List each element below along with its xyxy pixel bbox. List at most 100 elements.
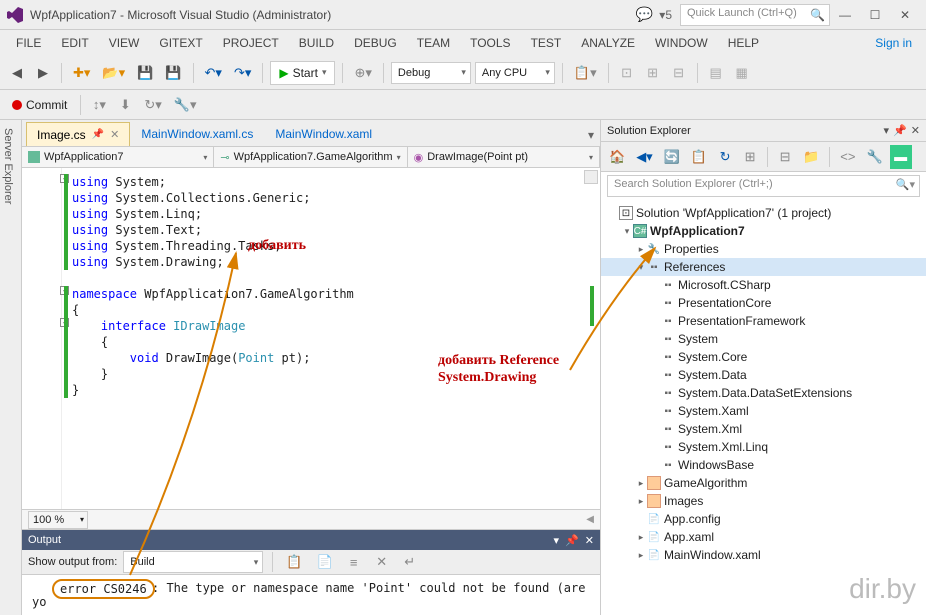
close-button[interactable]: ✕ bbox=[890, 3, 920, 27]
zoom-combo[interactable]: 100 %▾ bbox=[28, 511, 88, 529]
output-pin-icon[interactable]: 📌 bbox=[565, 534, 579, 547]
chat-icon[interactable]: 💬 bbox=[636, 6, 653, 23]
tool-btn-4[interactable]: ⊟ bbox=[668, 61, 690, 85]
scroll-left-icon[interactable]: ◀ bbox=[586, 514, 594, 525]
signin-link[interactable]: Sign in bbox=[875, 36, 920, 50]
pin-icon[interactable]: 📌 bbox=[92, 129, 104, 140]
browser-button[interactable]: ⊕▾ bbox=[350, 61, 375, 85]
tree-item[interactable]: ▪▪System bbox=[601, 330, 926, 348]
tree-item[interactable]: ▪▪System.Xml.Linq bbox=[601, 438, 926, 456]
menu-help[interactable]: HELP bbox=[718, 32, 769, 54]
output-close-icon[interactable]: ✕ bbox=[585, 534, 594, 547]
file-tab[interactable]: MainWindow.xaml.cs bbox=[130, 122, 264, 146]
menu-edit[interactable]: EDIT bbox=[51, 32, 98, 54]
tree-item[interactable]: ▸📄MainWindow.xaml bbox=[601, 546, 926, 564]
tree-item[interactable]: ▸📄App.xaml bbox=[601, 528, 926, 546]
menu-debug[interactable]: DEBUG bbox=[344, 32, 407, 54]
tree-item[interactable]: ▾C#WpfApplication7 bbox=[601, 222, 926, 240]
nav-back-button[interactable]: ◀ bbox=[6, 61, 28, 85]
solution-search-input[interactable]: Search Solution Explorer (Ctrl+;) 🔍▾ bbox=[607, 175, 920, 197]
sol-dropdown-icon[interactable]: ▾ bbox=[884, 124, 890, 137]
sol-pin-icon[interactable]: 📌 bbox=[893, 124, 907, 137]
sol-btn-6[interactable]: ⊞ bbox=[739, 145, 761, 169]
tree-item[interactable]: ▪▪System.Core bbox=[601, 348, 926, 366]
quick-launch-input[interactable]: Quick Launch (Ctrl+Q) 🔍 bbox=[680, 4, 830, 26]
menu-build[interactable]: BUILD bbox=[289, 32, 344, 54]
tree-item[interactable]: ▪▪System.Xaml bbox=[601, 402, 926, 420]
new-project-button[interactable]: ✚▾ bbox=[69, 61, 94, 85]
menu-tools[interactable]: TOOLS bbox=[460, 32, 520, 54]
save-all-button[interactable]: 💾 bbox=[161, 61, 185, 85]
menu-gitext[interactable]: GITEXT bbox=[149, 32, 212, 54]
maximize-button[interactable]: ☐ bbox=[860, 3, 890, 27]
menu-analyze[interactable]: ANALYZE bbox=[571, 32, 645, 54]
output-tbtn-3[interactable]: ≡ bbox=[343, 550, 365, 574]
output-tbtn-5[interactable]: ↵ bbox=[399, 550, 421, 574]
sol-code-button[interactable]: <> bbox=[836, 145, 859, 169]
file-tab[interactable]: MainWindow.xaml bbox=[264, 122, 383, 146]
tree-twist-icon[interactable]: ▸ bbox=[635, 532, 647, 543]
tree-item[interactable]: ▪▪PresentationCore bbox=[601, 294, 926, 312]
tree-item[interactable]: ▸GameAlgorithm bbox=[601, 474, 926, 492]
sol-prop-button[interactable]: 🔧 bbox=[862, 145, 886, 169]
output-tbtn-4[interactable]: ✕ bbox=[371, 550, 393, 574]
nav-fwd-button[interactable]: ▶ bbox=[32, 61, 54, 85]
sol-home-button[interactable]: 🏠 bbox=[605, 145, 629, 169]
undo-button[interactable]: ↶▾ bbox=[201, 61, 226, 85]
output-source-combo[interactable]: Build▾ bbox=[123, 551, 263, 573]
nav-scope-combo[interactable]: WpfApplication7▾ bbox=[22, 147, 214, 167]
commit-button[interactable]: Commit bbox=[6, 94, 73, 116]
tree-item[interactable]: ▪▪PresentationFramework bbox=[601, 312, 926, 330]
tree-item[interactable]: ▪▪WindowsBase bbox=[601, 456, 926, 474]
sol-btn-11[interactable]: ▬ bbox=[890, 145, 912, 169]
sol-showall-button[interactable]: 📁 bbox=[799, 145, 823, 169]
tree-twist-icon[interactable]: ▸ bbox=[635, 244, 647, 255]
sol-sync-button[interactable]: 🔄 bbox=[660, 145, 684, 169]
output-text[interactable]: error CS0246 : The type or namespace nam… bbox=[22, 575, 600, 615]
tool-btn-6[interactable]: ▦ bbox=[731, 61, 753, 85]
git-btn-4[interactable]: 🔧▾ bbox=[170, 93, 201, 117]
solution-tree[interactable]: ⊡Solution 'WpfApplication7' (1 project)▾… bbox=[601, 200, 926, 615]
sol-close-icon[interactable]: ✕ bbox=[911, 124, 920, 137]
tool-btn-2[interactable]: ⊡ bbox=[616, 61, 638, 85]
file-tab[interactable]: Image.cs📌✕ bbox=[26, 122, 130, 146]
tree-item[interactable]: ▸Images bbox=[601, 492, 926, 510]
tool-btn-5[interactable]: ▤ bbox=[705, 61, 727, 85]
sol-btn-4[interactable]: 📋 bbox=[687, 145, 711, 169]
git-btn-2[interactable]: ⬇ bbox=[114, 93, 136, 117]
code-editor[interactable]: -using System;using System.Collections.G… bbox=[22, 168, 600, 509]
menu-project[interactable]: PROJECT bbox=[213, 32, 289, 54]
sol-collapse-button[interactable]: ⊟ bbox=[774, 145, 796, 169]
config-combo[interactable]: Debug▾ bbox=[391, 62, 471, 84]
tool-btn-1[interactable]: 📋▾ bbox=[570, 61, 601, 85]
git-btn-3[interactable]: ↻▾ bbox=[140, 93, 165, 117]
start-debug-button[interactable]: ▶ Start ▾ bbox=[270, 61, 335, 85]
output-dropdown-icon[interactable]: ▾ bbox=[554, 534, 560, 547]
close-tab-icon[interactable]: ✕ bbox=[110, 128, 119, 141]
tree-twist-icon[interactable]: ▸ bbox=[635, 550, 647, 561]
tree-item[interactable]: ▾▪▪References bbox=[601, 258, 926, 276]
platform-combo[interactable]: Any CPU▾ bbox=[475, 62, 555, 84]
nav-class-combo[interactable]: ⊸WpfApplication7.GameAlgorithm▾ bbox=[214, 147, 407, 167]
tree-twist-icon[interactable]: ▾ bbox=[635, 262, 647, 273]
output-tbtn-1[interactable]: 📋 bbox=[282, 550, 306, 574]
tree-twist-icon[interactable]: ▸ bbox=[635, 496, 647, 507]
tree-item[interactable]: ⊡Solution 'WpfApplication7' (1 project) bbox=[601, 204, 926, 222]
notifications-funnel[interactable]: ▾5 bbox=[659, 8, 672, 22]
tree-item[interactable]: 📄App.config bbox=[601, 510, 926, 528]
tree-twist-icon[interactable]: ▾ bbox=[621, 226, 633, 237]
nav-member-combo[interactable]: ◉DrawImage(Point pt)▾ bbox=[408, 147, 600, 167]
menu-window[interactable]: WINDOW bbox=[645, 32, 718, 54]
tree-item[interactable]: ▪▪System.Data.DataSetExtensions bbox=[601, 384, 926, 402]
sol-refresh-button[interactable]: ↻ bbox=[714, 145, 736, 169]
tab-overflow-button[interactable]: ▾ bbox=[582, 124, 600, 146]
minimize-button[interactable]: — bbox=[830, 3, 860, 27]
output-tbtn-2[interactable]: 📄 bbox=[312, 550, 336, 574]
menu-test[interactable]: TEST bbox=[521, 32, 572, 54]
open-button[interactable]: 📂▾ bbox=[98, 61, 129, 85]
menu-file[interactable]: FILE bbox=[6, 32, 51, 54]
tree-item[interactable]: ▪▪System.Xml bbox=[601, 420, 926, 438]
split-button[interactable] bbox=[584, 170, 598, 184]
tree-item[interactable]: ▸🔧Properties bbox=[601, 240, 926, 258]
tool-btn-3[interactable]: ⊞ bbox=[642, 61, 664, 85]
